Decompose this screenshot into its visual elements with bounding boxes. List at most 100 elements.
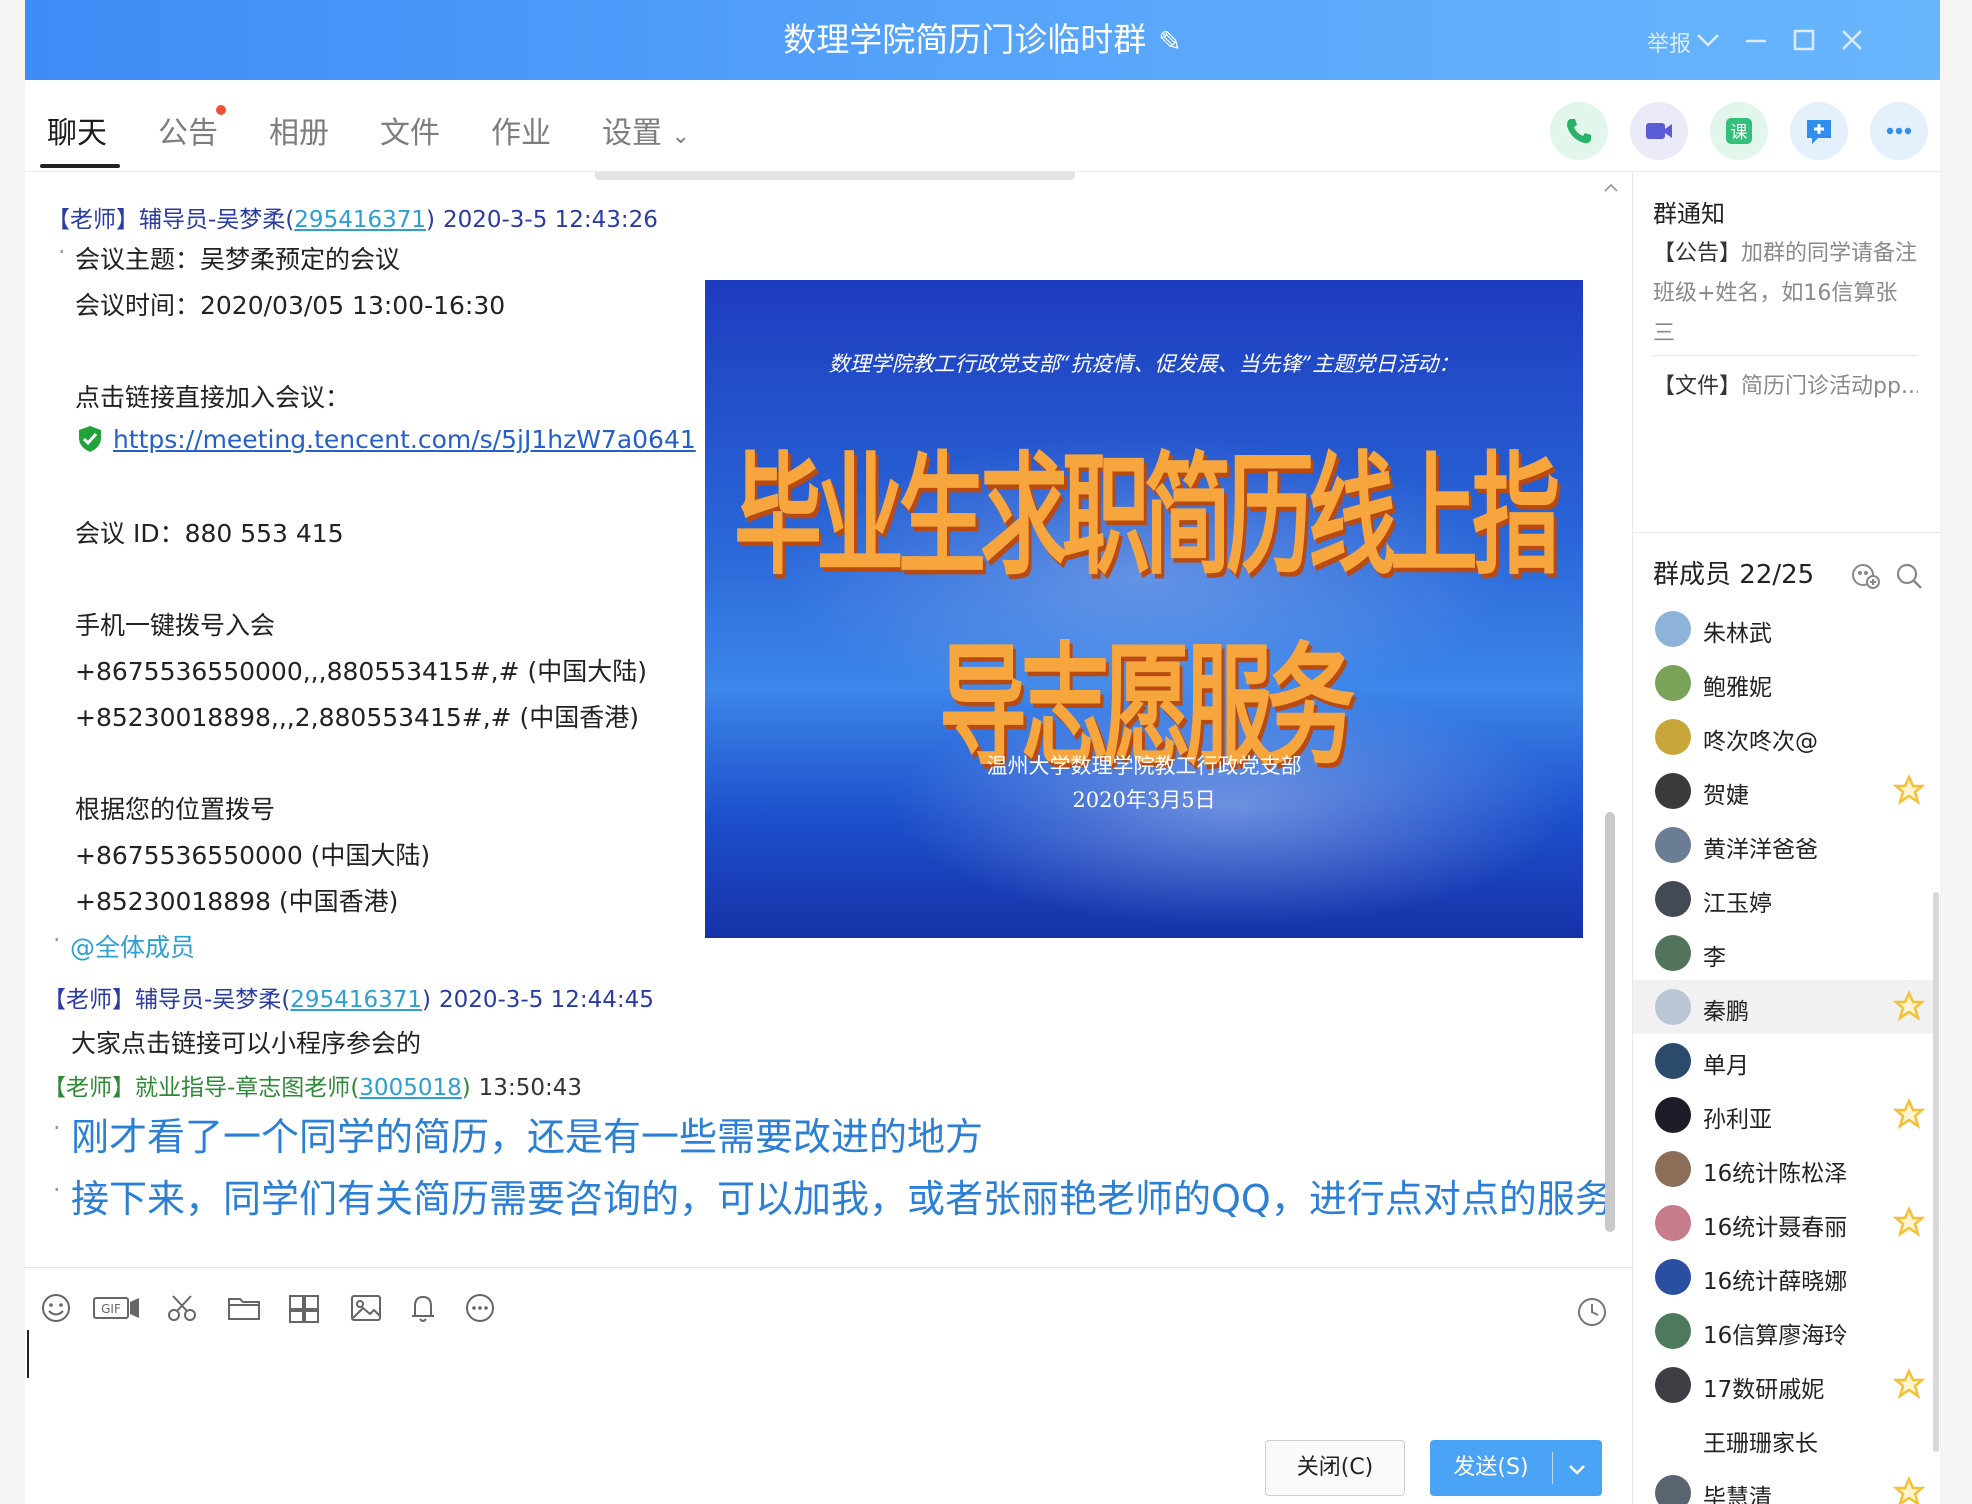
member-item[interactable]: 江玉婷 xyxy=(1633,872,1933,926)
mention-all-members[interactable]: @全体成员 xyxy=(70,928,195,964)
tab-files[interactable]: 文件 xyxy=(380,108,440,152)
classroom-icon: 课 xyxy=(1726,118,1752,144)
member-name: 鲍雅妮 xyxy=(1703,675,1772,701)
member-name: 16统计陈松泽 xyxy=(1703,1161,1848,1187)
divider xyxy=(1633,532,1940,533)
group-side-panel: 群通知 【公告】加群的同学请备注班级+姓名，如16信算张三 【文件】简历门诊活动… xyxy=(1632,172,1940,1504)
members-count: 22/25 xyxy=(1739,560,1815,590)
sender-name[interactable]: 【老师】辅导员-吴梦柔 xyxy=(43,987,281,1013)
sender-qq-number[interactable]: 3005018 xyxy=(359,1075,461,1101)
sender-qq-number[interactable]: 295416371 xyxy=(290,987,422,1013)
voice-call-button[interactable] xyxy=(1550,102,1608,160)
members-header: 群成员 22/25 xyxy=(1653,554,1814,591)
message-bullet: · xyxy=(53,926,61,954)
member-item[interactable]: 王珊珊家长 xyxy=(1633,1412,1933,1466)
screenshot-scissors-icon[interactable] xyxy=(159,1288,205,1328)
emoji-icon[interactable] xyxy=(33,1288,79,1328)
avatar xyxy=(1655,665,1691,701)
close-icon[interactable] xyxy=(1832,20,1872,60)
folder-icon[interactable] xyxy=(221,1288,267,1328)
send-button[interactable]: 发送(S) xyxy=(1430,1440,1602,1496)
close-button[interactable]: 关闭(C) xyxy=(1265,1440,1405,1496)
unread-dot xyxy=(216,105,226,115)
message-text: 点击链接直接加入会议： xyxy=(75,383,351,412)
member-item[interactable]: 16统计薛晓娜 xyxy=(1633,1250,1933,1304)
chevron-down-icon[interactable] xyxy=(1688,20,1728,60)
member-item[interactable]: 咚次咚次@ xyxy=(1633,710,1933,764)
meeting-url-link[interactable]: https://meeting.tencent.com/s/5jJ1hzW7a0… xyxy=(113,425,696,454)
member-item[interactable]: 李 xyxy=(1633,926,1933,980)
member-item[interactable]: 16统计陈松泽 xyxy=(1633,1142,1933,1196)
admin-star-icon xyxy=(1893,1476,1925,1504)
sender-name[interactable]: 【老师】就业指导-章志图老师 xyxy=(43,1075,350,1101)
member-item[interactable]: 朱林武 xyxy=(1633,602,1933,656)
activity-poster-image[interactable]: 数理学院教工行政党支部“抗疫情、促发展、当先锋”主题党日活动： 毕业生求职简历线… xyxy=(705,280,1583,938)
group-notice-file[interactable]: 【文件】简历门诊活动pp... xyxy=(1653,368,1918,400)
image-icon[interactable] xyxy=(343,1288,389,1328)
message-text: 会议 ID：880 553 415 xyxy=(75,519,344,548)
message-time: 2020-3-5 12:44:45 xyxy=(438,987,654,1013)
minimize-icon[interactable] xyxy=(1736,20,1776,60)
new-chat-button[interactable] xyxy=(1790,102,1848,160)
chat-scrollbar[interactable] xyxy=(1605,812,1615,1232)
chevron-down-icon[interactable] xyxy=(1564,1456,1590,1482)
message-bullet: · xyxy=(53,1176,61,1204)
avatar xyxy=(1655,611,1691,647)
member-name: 贺婕 xyxy=(1703,783,1749,809)
message-list[interactable]: 【老师】辅导员-吴梦柔(295416371) 2020-3-5 12:43:26… xyxy=(25,172,1640,1267)
poster-headline: 毕业生求职简历线上指导志愿服务 xyxy=(733,437,1560,784)
search-members-icon[interactable] xyxy=(1893,560,1925,592)
tab-chat[interactable]: 聊天 xyxy=(47,108,107,152)
sticker-icon[interactable] xyxy=(281,1288,327,1328)
tab-announcement[interactable]: 公告 xyxy=(158,108,218,152)
member-item[interactable]: 鲍雅妮 xyxy=(1633,656,1933,710)
bell-icon[interactable] xyxy=(400,1288,446,1328)
class-button[interactable]: 课 xyxy=(1710,102,1768,160)
member-name: 孙利亚 xyxy=(1703,1107,1772,1133)
member-item[interactable]: 贺婕 xyxy=(1633,764,1933,818)
avatar xyxy=(1655,1367,1691,1403)
gif-icon[interactable]: GIF xyxy=(91,1288,143,1328)
sender-qq-number[interactable]: 295416371 xyxy=(294,207,426,233)
member-item[interactable]: 16信算廖海玲 xyxy=(1633,1304,1933,1358)
qq-paren-close: ) xyxy=(422,987,431,1013)
tab-settings[interactable]: 设置 ⌄ xyxy=(602,108,690,152)
history-clock-icon[interactable] xyxy=(1569,1292,1615,1332)
member-list-scrollbar[interactable] xyxy=(1933,892,1939,1452)
admin-star-icon xyxy=(1893,1368,1925,1399)
member-name: 16统计薛晓娜 xyxy=(1703,1269,1848,1295)
member-item[interactable]: 16统计聂春丽 xyxy=(1633,1196,1933,1250)
tab-homework[interactable]: 作业 xyxy=(491,108,551,152)
message-header: 【老师】就业指导-章志图老师(3005018) 13:50:43 xyxy=(43,1068,582,1102)
group-notice-announcement[interactable]: 【公告】加群的同学请备注班级+姓名，如16信算张三 xyxy=(1653,234,1918,354)
svg-text:GIF: GIF xyxy=(101,1302,121,1316)
member-name: 17数研戚妮 xyxy=(1703,1377,1825,1403)
member-item[interactable]: 黄洋洋爸爸 xyxy=(1633,818,1933,872)
report-button[interactable]: 举报 xyxy=(1647,26,1691,58)
group-name: 数理学院简历门诊临时群 xyxy=(783,20,1147,59)
more-options-icon[interactable] xyxy=(457,1288,503,1328)
qq-paren-open: ( xyxy=(281,987,291,1013)
member-item[interactable]: 单月 xyxy=(1633,1034,1933,1088)
text-input-caret[interactable] xyxy=(27,1330,29,1378)
tab-album[interactable]: 相册 xyxy=(269,108,329,152)
maximize-icon[interactable] xyxy=(1784,20,1824,60)
phone-icon xyxy=(1567,119,1591,144)
scroll-up-icon[interactable] xyxy=(1603,180,1619,196)
more-button[interactable] xyxy=(1870,102,1928,160)
invite-members-icon[interactable] xyxy=(1849,560,1881,592)
sender-name[interactable]: 【老师】辅导员-吴梦柔 xyxy=(47,207,285,233)
avatar xyxy=(1655,773,1691,809)
admin-star-icon xyxy=(1893,1206,1925,1237)
avatar xyxy=(1655,1043,1691,1079)
message-text: 会议时间：2020/03/05 13:00-16:30 xyxy=(75,291,506,320)
member-item[interactable]: 孙利亚 xyxy=(1633,1088,1933,1142)
video-call-button[interactable] xyxy=(1630,102,1688,160)
member-item[interactable]: 17数研戚妮 xyxy=(1633,1358,1933,1412)
send-label: 发送(S) xyxy=(1453,1455,1529,1480)
member-item[interactable]: 毕慧清 xyxy=(1633,1466,1933,1504)
member-name: 16统计聂春丽 xyxy=(1703,1215,1848,1241)
member-item[interactable]: 秦鹏 xyxy=(1633,980,1933,1034)
admin-star-icon xyxy=(1893,774,1925,805)
edit-pencil-icon[interactable]: ✎ xyxy=(1158,2,1181,82)
